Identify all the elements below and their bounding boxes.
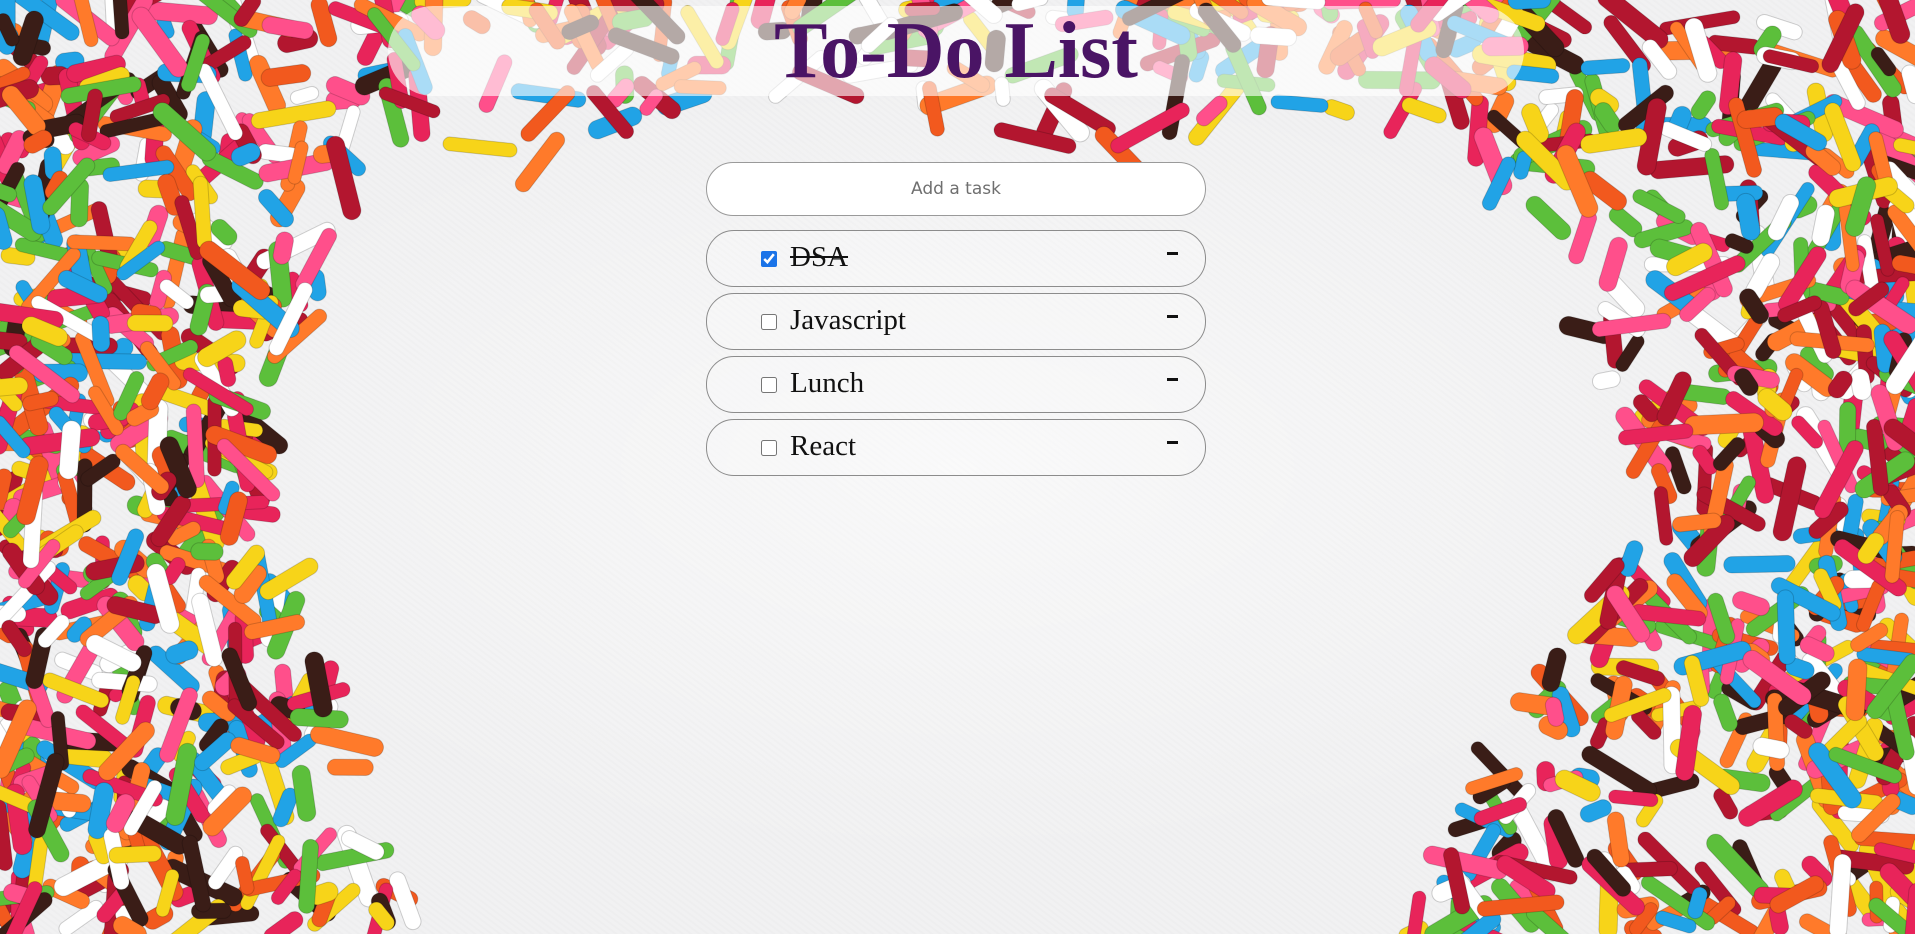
minus-icon <box>1166 377 1178 381</box>
task-list: DSA Javascript Lunch React <box>706 230 1206 476</box>
add-task-input[interactable] <box>706 162 1206 216</box>
sprinkle <box>325 135 362 221</box>
sprinkle <box>1580 58 1631 76</box>
sprinkle <box>263 911 304 934</box>
sprinkle <box>272 231 294 265</box>
task-checkbox[interactable] <box>761 377 777 393</box>
minus-icon <box>1166 251 1178 255</box>
task-item: Javascript <box>706 293 1206 350</box>
sprinkle <box>1110 102 1190 154</box>
sprinkle <box>91 315 111 353</box>
sprinkle <box>66 234 138 252</box>
sprinkle <box>514 131 566 193</box>
sprinkle <box>1525 195 1572 241</box>
sprinkle <box>1401 97 1447 124</box>
sprinkle <box>261 16 314 40</box>
page-title: To-Do List <box>774 7 1138 95</box>
sprinkle <box>1684 412 1765 436</box>
sprinkle <box>442 136 518 158</box>
sprinkle <box>1845 658 1868 722</box>
sprinkle <box>1568 210 1598 265</box>
sprinkle <box>1723 554 1796 574</box>
sprinkle <box>1270 94 1329 113</box>
sprinkle <box>190 542 224 561</box>
task-checkbox[interactable] <box>761 314 777 330</box>
sprinkle <box>1507 0 1552 10</box>
header-banner: To-Do List <box>388 6 1524 96</box>
remove-task-button[interactable] <box>1161 241 1183 265</box>
sprinkle <box>165 640 199 665</box>
task-item: Lunch <box>706 356 1206 413</box>
minus-icon <box>1166 440 1178 444</box>
task-label: Lunch <box>790 367 865 399</box>
sprinkle <box>291 764 317 823</box>
remove-task-button[interactable] <box>1161 430 1183 454</box>
sprinkle <box>326 758 374 777</box>
minus-icon <box>1166 314 1178 318</box>
task-label: React <box>790 430 857 462</box>
task-checkbox[interactable] <box>761 251 777 267</box>
remove-task-button[interactable] <box>1161 304 1183 328</box>
sprinkle <box>309 724 384 757</box>
remove-task-button[interactable] <box>1161 367 1183 391</box>
sprinkle <box>58 420 82 480</box>
sprinkle <box>126 314 174 332</box>
task-item: DSA <box>706 230 1206 287</box>
task-label: Javascript <box>790 304 906 336</box>
task-label: DSA <box>790 241 849 273</box>
sprinkle <box>1776 589 1796 665</box>
task-checkbox[interactable] <box>761 440 777 456</box>
sprinkle <box>108 845 162 864</box>
todo-panel: DSA Javascript Lunch React <box>706 162 1206 476</box>
sprinkle <box>1591 370 1621 391</box>
task-item: React <box>706 419 1206 476</box>
